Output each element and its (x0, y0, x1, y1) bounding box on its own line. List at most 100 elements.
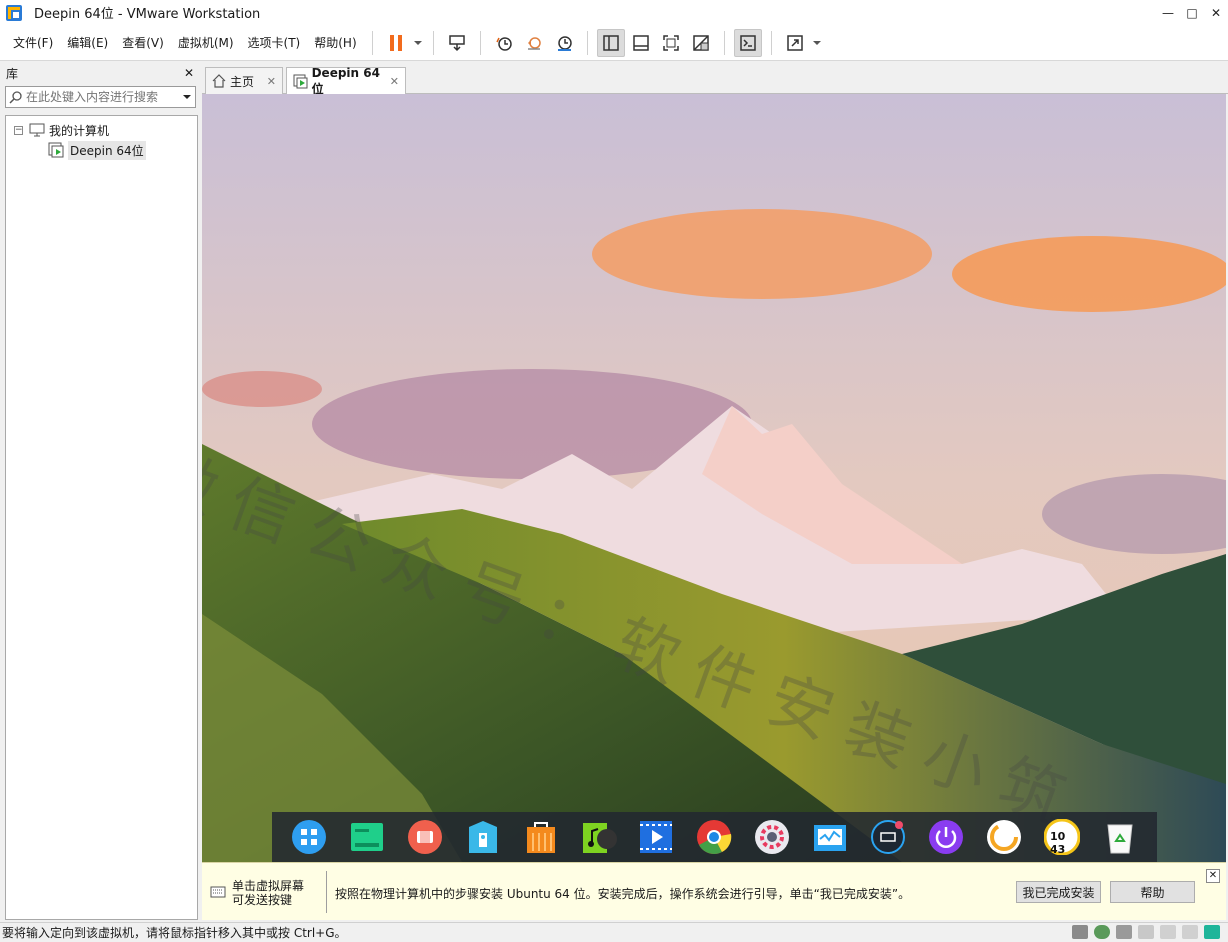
printer-icon[interactable] (1138, 925, 1154, 939)
snapshot-manager-button[interactable] (550, 29, 578, 57)
thumbnail-bar-icon (632, 34, 649, 51)
info-divider (326, 871, 327, 913)
console-view-button[interactable] (733, 28, 762, 57)
vmware-logo-icon (6, 4, 22, 21)
system-monitor-icon[interactable] (812, 819, 848, 855)
library-search-input[interactable] (26, 90, 179, 104)
show-library-icon (602, 34, 619, 51)
display-icon[interactable] (1182, 925, 1198, 939)
snapshot-manager-icon (557, 35, 572, 51)
menu-file[interactable]: 文件(F) (6, 32, 60, 54)
datetime-icon[interactable] (986, 819, 1022, 855)
search-dropdown-button[interactable] (179, 94, 195, 100)
finished-install-button[interactable]: 我已完成安装 (1016, 881, 1101, 903)
library-tree: − 我的计算机 Deepin 64位 (5, 115, 198, 920)
trash-icon[interactable] (1102, 819, 1138, 855)
tab-deepin-close-button[interactable]: ✕ (390, 75, 399, 88)
install-message: 按照在物理计算机中的步骤安装 Ubuntu 64 位。安装完成后，操作系统会进行… (335, 887, 911, 901)
tab-deepin-label: Deepin 64位 (311, 66, 380, 96)
pause-button[interactable] (382, 29, 410, 57)
library-search (5, 86, 196, 108)
status-message: 要将输入定向到该虚拟机，请将鼠标指针移入其中或按 Ctrl+G。 (2, 926, 347, 940)
send-ctrl-alt-del-icon (448, 34, 465, 51)
menu-help[interactable]: 帮助(H) (307, 32, 363, 54)
hard-disk-icon[interactable] (1072, 925, 1088, 939)
tree-label-deepin: Deepin 64位 (68, 140, 146, 160)
store-bag-icon[interactable] (523, 819, 559, 855)
window-controls: — □ ✕ (1156, 0, 1228, 25)
menu-edit[interactable]: 编辑(E) (60, 32, 115, 54)
full-screen-icon (662, 34, 679, 51)
help-button[interactable]: 帮助 (1110, 881, 1195, 903)
menu-view[interactable]: 查看(V) (115, 32, 171, 54)
hint-line-2: 可发送按键 (232, 893, 293, 907)
maximize-button[interactable]: □ (1180, 0, 1204, 25)
revert-snapshot-icon (527, 36, 541, 50)
device-status-icons (1072, 925, 1220, 939)
settings-icon[interactable] (754, 819, 790, 855)
message-log-icon[interactable] (1204, 925, 1220, 939)
show-library-button[interactable] (596, 28, 625, 57)
unity-icon (692, 34, 709, 51)
stretch-button[interactable] (781, 29, 809, 57)
vm-running-icon (293, 74, 308, 89)
deepin-dock: 10 43 (272, 812, 1157, 862)
library-panel: 库 ✕ − 我的计算机 Deepin 64位 (0, 62, 200, 920)
snapshot-icon (495, 36, 512, 51)
vm-console-screen[interactable]: 微信公众号：软件安装小筑 10 43 (202, 94, 1226, 862)
cd-dvd-icon[interactable] (1094, 925, 1110, 939)
chevron-down-icon (183, 95, 191, 99)
status-bar: 要将输入定向到该虚拟机，请将鼠标指针移入其中或按 Ctrl+G。 (0, 922, 1228, 942)
toolbar-divider (479, 30, 481, 55)
chevron-down-icon (413, 40, 422, 45)
pause-icon (389, 34, 402, 51)
snapshot-button[interactable] (490, 29, 518, 57)
minimize-button[interactable]: — (1156, 0, 1180, 25)
collapse-toggle[interactable]: − (14, 125, 23, 135)
power-dropdown-button[interactable] (411, 29, 425, 57)
music-icon[interactable] (581, 819, 617, 855)
console-view-icon (739, 34, 756, 51)
infobar-close-button[interactable]: ✕ (1206, 869, 1220, 883)
tree-item-deepin[interactable]: Deepin 64位 (6, 140, 197, 160)
title-bar: Deepin 64位 - VMware Workstation — □ ✕ (0, 0, 1228, 25)
search-icon (6, 90, 26, 104)
tab-home-close-button[interactable]: ✕ (267, 75, 276, 88)
full-screen-button[interactable] (657, 29, 685, 57)
thumbnail-bar-button[interactable] (627, 29, 655, 57)
chevron-down-icon (812, 40, 821, 45)
library-close-button[interactable]: ✕ (184, 66, 194, 80)
network-adapter-icon[interactable] (1116, 925, 1132, 939)
sound-card-icon[interactable] (1160, 925, 1176, 939)
close-window-button[interactable]: ✕ (1204, 0, 1228, 25)
launcher-icon[interactable] (291, 819, 327, 855)
unity-button[interactable] (687, 29, 715, 57)
tab-home[interactable]: 主页 ✕ (205, 67, 283, 94)
app-store-icon[interactable] (465, 819, 501, 855)
tree-item-my-computer[interactable]: − 我的计算机 (6, 120, 197, 140)
install-info-bar: 单击虚拟屏幕 可发送按键 按照在物理计算机中的步骤安装 Ubuntu 64 位。… (202, 862, 1226, 920)
send-ctrl-alt-del-button[interactable] (443, 29, 471, 57)
video-player-icon[interactable] (638, 819, 674, 855)
library-header: 库 ✕ (0, 62, 200, 84)
clock-icon[interactable]: 10 43 (1043, 819, 1080, 856)
library-title: 库 (6, 66, 19, 81)
onscreen-keyboard-icon[interactable] (870, 819, 906, 855)
menu-vm[interactable]: 虚拟机(M) (171, 32, 241, 54)
tab-strip: 主页 ✕ Deepin 64位 ✕ (202, 62, 1228, 96)
computer-icon (29, 123, 45, 137)
chrome-icon[interactable] (696, 819, 732, 855)
tab-deepin[interactable]: Deepin 64位 ✕ (286, 66, 406, 96)
power-icon[interactable] (928, 819, 964, 855)
window-title: Deepin 64位 - VMware Workstation (34, 7, 261, 22)
toolbar-divider (586, 30, 588, 55)
screen-recorder-icon[interactable] (407, 819, 443, 855)
menu-tabs[interactable]: 选项卡(T) (241, 32, 308, 54)
home-icon (212, 74, 226, 88)
file-manager-icon[interactable] (349, 819, 385, 855)
revert-snapshot-button[interactable] (520, 29, 548, 57)
hint-line-1: 单击虚拟屏幕 (232, 879, 305, 893)
stretch-dropdown-button[interactable] (810, 29, 824, 57)
toolbar-divider (371, 30, 373, 55)
toolbar-divider (770, 30, 772, 55)
